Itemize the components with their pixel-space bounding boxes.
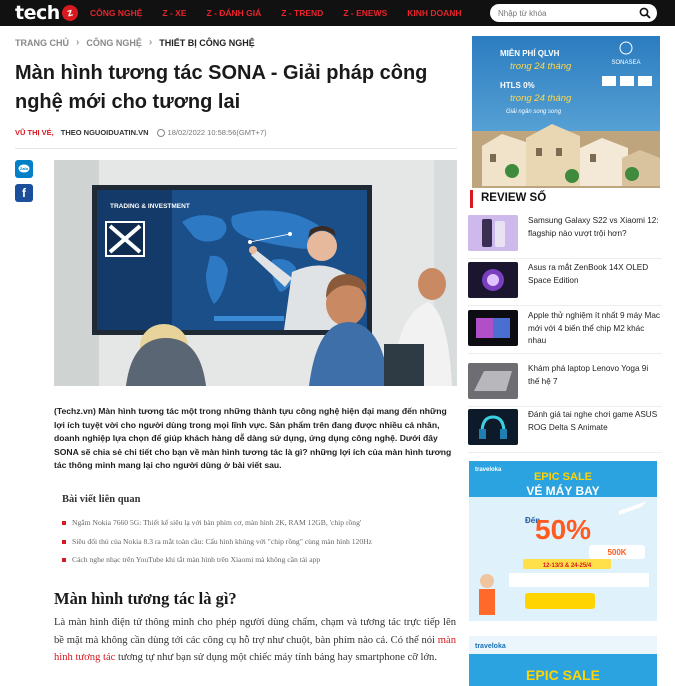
site-logo[interactable]: tech z bbox=[15, 2, 80, 24]
article-date: 18/02/2022 10:58:56(GMT+7) bbox=[156, 128, 267, 137]
review-item[interactable]: Asus ra mắt ZenBook 14X OLED Space Editi… bbox=[468, 262, 662, 306]
search-box bbox=[490, 4, 657, 22]
chevron-right-icon: › bbox=[76, 37, 80, 48]
logo-z-icon: z bbox=[59, 3, 80, 23]
breadcrumb-category[interactable]: CÔNG NGHỆ bbox=[86, 38, 142, 48]
ad-text: MIỄN PHÍ QLVH bbox=[500, 49, 560, 58]
review-item[interactable]: Đánh giá tai nghe chơi game ASUS ROG Del… bbox=[468, 409, 662, 453]
ad-text: 500K bbox=[607, 548, 626, 557]
review-thumbnail bbox=[468, 262, 518, 298]
review-section-header: REVIEW SỐ bbox=[470, 190, 662, 208]
traveloka-ad-banner[interactable]: traveloka EPIC SALE VÉ MÁY BAY Đến 50% 5… bbox=[469, 461, 657, 621]
nav-item-kinh-doanh[interactable]: KINH DOANH bbox=[407, 8, 461, 18]
ad-artwork: MIỄN PHÍ QLVH trong 24 tháng HTLS 0% tro… bbox=[472, 36, 660, 188]
phone-thumb bbox=[468, 215, 518, 251]
ad-text: VÉ MÁY BAY bbox=[526, 483, 599, 498]
ad-brand: traveloka bbox=[475, 643, 506, 650]
search-input[interactable] bbox=[498, 7, 638, 19]
nav-item-cong-nghe[interactable]: CÔNG NGHỆ bbox=[90, 8, 142, 18]
nav-item-z-trend[interactable]: Z - TREND bbox=[281, 8, 323, 18]
article-author[interactable]: VŨ THỊ VÉ, bbox=[15, 128, 54, 137]
clock-icon bbox=[156, 128, 165, 137]
article-lead: (Techz.vn) Màn hình tương tác một trong … bbox=[54, 406, 452, 470]
logo-text: tech bbox=[15, 2, 60, 24]
facebook-share-icon[interactable]: f bbox=[15, 184, 33, 202]
related-list: Ngắm Nokia 7660 5G: Thiết kế siêu lạ với… bbox=[62, 518, 442, 574]
paragraph-text: Là màn hình điện tử thông minh cho phép … bbox=[54, 617, 456, 646]
article-date-text: 18/02/2022 10:58:56(GMT+7) bbox=[167, 128, 267, 137]
review-item[interactable]: Samsung Galaxy S22 vs Xiaomi 12: flagshi… bbox=[468, 215, 662, 259]
article-hero-image: TRADING & INVESTMENT bbox=[54, 160, 457, 386]
review-thumbnail bbox=[468, 363, 518, 399]
review-section-title: REVIEW SỐ bbox=[481, 192, 547, 204]
nav-item-z-xe[interactable]: Z - XE bbox=[162, 8, 186, 18]
article-source: THEO NGUOIDUATIN.VN bbox=[60, 128, 149, 137]
divider bbox=[15, 148, 457, 149]
ad-text: trong 24 tháng bbox=[510, 93, 572, 104]
headset-thumb bbox=[468, 409, 518, 445]
breadcrumb: TRANG CHỦ › CÔNG NGHỆ › THIẾT BỊ CÔNG NG… bbox=[15, 37, 255, 48]
review-title[interactable]: Apple thử nghiệm ít nhất 9 máy Mac mới v… bbox=[528, 310, 660, 348]
review-item[interactable]: Apple thử nghiệm ít nhất 9 máy Mac mới v… bbox=[468, 310, 662, 354]
review-title[interactable]: Khám phá laptop Lenovo Yoga 9i thế hệ 7 bbox=[528, 363, 660, 388]
chevron-right-icon: › bbox=[148, 37, 153, 48]
nav-item-z-danh-gia[interactable]: Z - ĐÁNH GIÁ bbox=[207, 8, 262, 18]
review-title[interactable]: Asus ra mắt ZenBook 14X OLED Space Editi… bbox=[528, 262, 660, 287]
review-thumbnail bbox=[468, 215, 518, 251]
breadcrumb-current[interactable]: THIẾT BỊ CÔNG NGHỆ bbox=[159, 38, 255, 48]
review-title[interactable]: Samsung Galaxy S22 vs Xiaomi 12: flagshi… bbox=[528, 215, 660, 240]
laptop-thumb bbox=[468, 262, 518, 298]
ad-brand: SONASEA bbox=[611, 60, 640, 66]
paragraph-text: tương tự như bạn sử dụng một chiếc máy t… bbox=[115, 652, 437, 663]
review-thumbnail bbox=[468, 310, 518, 346]
related-title: Bài viết liên quan bbox=[62, 494, 141, 505]
review-title[interactable]: Đánh giá tai nghe chơi game ASUS ROG Del… bbox=[528, 409, 660, 434]
sale-ad-artwork: traveloka EPIC SALE bbox=[469, 636, 657, 686]
search-icon[interactable] bbox=[639, 7, 651, 19]
mac-thumb bbox=[468, 310, 518, 346]
ad-brand: traveloka bbox=[475, 467, 502, 473]
yoga-laptop-thumb bbox=[468, 363, 518, 399]
presentation-photo: TRADING & INVESTMENT bbox=[54, 160, 457, 386]
screen-title: TRADING & INVESTMENT bbox=[110, 203, 190, 210]
related-link[interactable]: Siêu đối thủ của Nokia 8.3 ra mắt toàn c… bbox=[62, 537, 442, 548]
zalo-share-icon[interactable]: Zalo bbox=[15, 160, 33, 178]
article-title: Màn hình tương tác SONA - Giải pháp công… bbox=[15, 62, 428, 113]
ad-text: EPIC SALE bbox=[526, 667, 600, 683]
nav-item-z-enews[interactable]: Z - ENEWS bbox=[343, 8, 387, 18]
review-thumbnail bbox=[468, 409, 518, 445]
ad-text: trong 24 tháng bbox=[510, 61, 572, 72]
chat-bubble-icon: Zalo bbox=[18, 164, 30, 173]
section-heading: Màn hình tương tác là gì? bbox=[54, 589, 237, 608]
sale-ad-artwork: traveloka EPIC SALE VÉ MÁY BAY Đến 50% 5… bbox=[469, 461, 657, 621]
article-paragraph: Là màn hình điện tử thông minh cho phép … bbox=[54, 614, 456, 667]
related-link[interactable]: Cách nghe nhạc trên YouTube khi tắt màn … bbox=[62, 555, 442, 566]
ad-text: EPIC SALE bbox=[534, 471, 592, 483]
main-nav: CÔNG NGHỆ Z - XE Z - ĐÁNH GIÁ Z - TREND … bbox=[90, 0, 482, 26]
related-link[interactable]: Ngắm Nokia 7660 5G: Thiết kế siêu lạ với… bbox=[62, 518, 442, 529]
sonasea-ad-banner[interactable]: MIỄN PHÍ QLVH trong 24 tháng HTLS 0% tro… bbox=[472, 36, 660, 188]
ad-text: HTLS 0% bbox=[500, 81, 535, 90]
traveloka-ad-banner-2[interactable]: traveloka EPIC SALE bbox=[469, 636, 657, 686]
review-item[interactable]: Khám phá laptop Lenovo Yoga 9i thế hệ 7 bbox=[468, 363, 662, 407]
breadcrumb-home[interactable]: TRANG CHỦ bbox=[15, 38, 69, 48]
ad-text: Giải ngân song song bbox=[506, 108, 562, 115]
ad-percent: 50% bbox=[535, 514, 591, 545]
ad-text: 12-13/3 & 24-25/4 bbox=[543, 563, 592, 569]
top-navbar: tech z CÔNG NGHỆ Z - XE Z - ĐÁNH GIÁ Z -… bbox=[0, 0, 675, 26]
article-meta: VŨ THỊ VÉ, THEO NGUOIDUATIN.VN 18/02/202… bbox=[15, 128, 267, 137]
svg-text:Zalo: Zalo bbox=[20, 166, 29, 171]
